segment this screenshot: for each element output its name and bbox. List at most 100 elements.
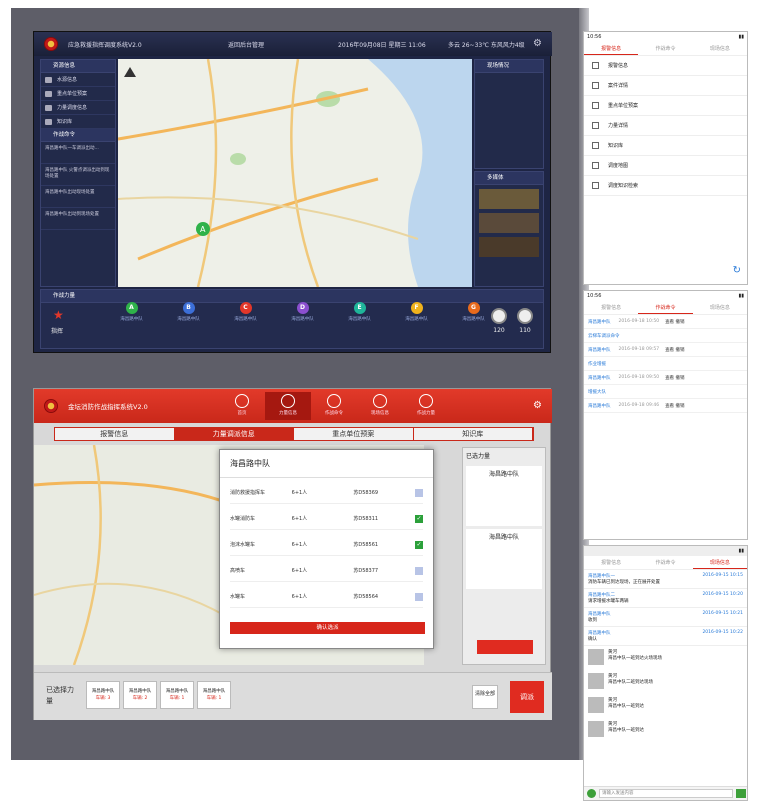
chat-input[interactable]: 请输入发送内容 [599, 789, 733, 798]
tab-alarm[interactable]: 报警信息 [584, 42, 639, 55]
menu-item-icon [592, 142, 599, 149]
menu-item[interactable]: 调度地图 [584, 156, 747, 176]
voice-icon[interactable] [587, 789, 596, 798]
nav-scene[interactable]: 现场信息 [357, 392, 403, 420]
menu-item-icon [592, 82, 599, 89]
message-item[interactable]: 黄河 海昌中队一班到达 [584, 718, 747, 742]
count-ambulance[interactable]: 120 [491, 308, 507, 334]
order-row[interactable]: 海昌路中队 2016-09-18 10:50 查看 撤销 [584, 315, 747, 329]
unit-circle[interactable]: C 海昌路中队 [217, 302, 274, 322]
tab-orders[interactable]: 作战命令 [638, 301, 693, 314]
tab-force-dispatch[interactable]: 力量调派信息 [174, 428, 294, 440]
vehicle-row[interactable]: 水罐车 6+1人 苏D58564 [230, 586, 424, 608]
nav-orders[interactable]: 作战命令 [311, 392, 357, 420]
water-icon [45, 77, 52, 83]
selected-chip[interactable]: 海昌路中队 车辆: 3 [86, 681, 120, 709]
order-actions[interactable]: 查看 撤销 [665, 319, 684, 325]
resource-item-water[interactable]: 水源信息 [41, 73, 115, 87]
selected-chip[interactable]: 海昌路中队 车辆: 1 [160, 681, 194, 709]
vehicle-checkbox[interactable] [415, 592, 424, 601]
chat-item[interactable]: 海昌路中队二 2016-09-15 10:20 请求增援水罐车两辆 [584, 589, 747, 608]
unit-circle[interactable]: B 海昌路中队 [160, 302, 217, 322]
vehicle-checkbox[interactable]: ✓ [415, 540, 424, 549]
tab-scene[interactable]: 现场信息 [693, 42, 747, 55]
nav-home[interactable]: 首页 [219, 392, 265, 420]
order-item[interactable]: 海昌路中队 火警点调派出动到现场处置 [41, 164, 115, 186]
media-thumb[interactable] [479, 237, 539, 257]
vehicle-crew: 6+1人 [291, 490, 308, 496]
selected-chip[interactable]: 海昌路中队 车辆: 1 [197, 681, 231, 709]
refresh-icon[interactable]: ↻ [733, 265, 741, 276]
back-to-admin-button[interactable]: 返回后台管理 [228, 40, 328, 49]
message-item[interactable]: 黄河 海昌中队二班到达现场 [584, 670, 747, 694]
vehicle-checkbox[interactable] [415, 566, 424, 575]
clear-all-button[interactable]: 清除全部 [472, 685, 498, 709]
tab-alarm[interactable]: 报警信息 [584, 556, 638, 569]
nav-force[interactable]: 力量信息 [265, 392, 311, 420]
vehicle-row[interactable]: 泡沫水罐车 6+1人 苏D58561 ✓ [230, 534, 424, 556]
vehicle-crew: 6+1人 [291, 568, 308, 574]
nav-combat[interactable]: 作战力量 [403, 392, 449, 420]
media-thumb[interactable] [479, 189, 539, 209]
tab-scene[interactable]: 现场信息 [692, 556, 747, 569]
order-actions[interactable]: 查看 撤销 [665, 375, 684, 381]
order-item[interactable]: 海昌路中队出动到现场处置 [41, 208, 115, 230]
unit-circle[interactable]: D 海昌路中队 [274, 302, 331, 322]
resource-item-force[interactable]: 力量调度信息 [41, 101, 115, 115]
selected-force-panel: 已选力量 海昌路中队 海昌路中队 [462, 447, 546, 665]
message-item[interactable]: 黄河 海昌中队一班到达火场现场 [584, 646, 747, 670]
menu-item[interactable]: 案件详情 [584, 76, 747, 96]
order-row[interactable]: 海昌路中队 2016-09-18 09:50 查看 撤销 [584, 371, 747, 385]
dispatch-map[interactable]: A [118, 59, 472, 287]
vehicle-row[interactable]: 高喷车 6+1人 苏D58377 [230, 560, 424, 582]
resource-item-plan[interactable]: 重点单位预案 [41, 87, 115, 101]
confirm-button[interactable] [477, 640, 533, 654]
menu-item[interactable]: 知识库 [584, 136, 747, 156]
tab-alarm[interactable]: 报警信息 [584, 301, 638, 314]
order-actions[interactable]: 查看 撤销 [665, 347, 684, 353]
menu-item[interactable]: 调度知识检索 [584, 176, 747, 196]
gear-icon[interactable]: ⚙ [533, 38, 542, 49]
unit-letter: G [467, 302, 480, 314]
order-row[interactable]: 增援大队 [584, 385, 747, 399]
vehicle-checkbox[interactable]: ✓ [415, 514, 424, 523]
chat-item[interactable]: 海昌路中队 2016-09-15 10:22 确认 [584, 627, 747, 646]
chat-item[interactable]: 海昌路中队 2016-09-15 10:21 收到 [584, 608, 747, 627]
menu-item[interactable]: 重点单位预案 [584, 96, 747, 116]
dispatch-button[interactable]: 调派 [510, 681, 544, 713]
tab-key-unit[interactable]: 重点单位预案 [294, 428, 414, 440]
count-police[interactable]: 110 [517, 308, 533, 334]
vehicle-checkbox[interactable] [415, 488, 424, 497]
chat-item[interactable]: 海昌路中队一 2016-09-15 10:15 消防车辆已到达现场，正在展开处置 [584, 570, 747, 589]
tab-orders[interactable]: 作战命令 [638, 556, 692, 569]
phone-tabs: 报警信息 作战命令 现场信息 [584, 301, 747, 315]
confirm-dispatch-button[interactable]: 确认选派 [230, 622, 425, 634]
resource-item-knowledge[interactable]: 知识库 [41, 115, 115, 129]
tab-orders[interactable]: 作战命令 [638, 42, 692, 55]
order-item[interactable]: 海昌路中队出动现场处置 [41, 186, 115, 208]
media-thumb[interactable] [479, 213, 539, 233]
order-row[interactable]: 作业增援 [584, 357, 747, 371]
order-row[interactable]: 云梯车调派命令 [584, 329, 747, 343]
media-header: 多媒体 [475, 172, 543, 185]
selected-chip[interactable]: 海昌路中队 车辆: 2 [123, 681, 157, 709]
order-actions[interactable]: 查看 撤销 [665, 403, 684, 409]
vehicle-row[interactable]: 水罐消防车 6+1人 苏D58311 ✓ [230, 508, 424, 530]
order-item[interactable]: 海昌路中队一车调派出动... [41, 142, 115, 164]
gear-icon[interactable]: ⚙ [533, 400, 542, 411]
order-row[interactable]: 海昌路中队 2016-09-18 09:46 查看 撤销 [584, 399, 747, 413]
unit-circle[interactable]: E 海昌路中队 [331, 302, 388, 322]
tab-scene[interactable]: 现场信息 [693, 301, 747, 314]
menu-item[interactable]: 报警信息 [584, 56, 747, 76]
vehicle-name: 水罐车 [230, 594, 246, 600]
selected-force-label: 已选择力量 [46, 686, 74, 705]
unit-circle[interactable]: A 海昌路中队 [103, 302, 160, 322]
message-item[interactable]: 黄河 海昌中队一班到达 [584, 694, 747, 718]
tab-alarm[interactable]: 报警信息 [55, 428, 175, 440]
order-row[interactable]: 海昌路中队 2016-09-18 09:57 查看 撤销 [584, 343, 747, 357]
send-button[interactable] [736, 789, 746, 798]
vehicle-row[interactable]: 消防救援指挥车 6+1人 苏D58369 [230, 482, 424, 504]
unit-circle[interactable]: F 海昌路中队 [388, 302, 445, 322]
menu-item[interactable]: 力量详情 [584, 116, 747, 136]
tab-knowledge[interactable]: 知识库 [414, 428, 533, 440]
